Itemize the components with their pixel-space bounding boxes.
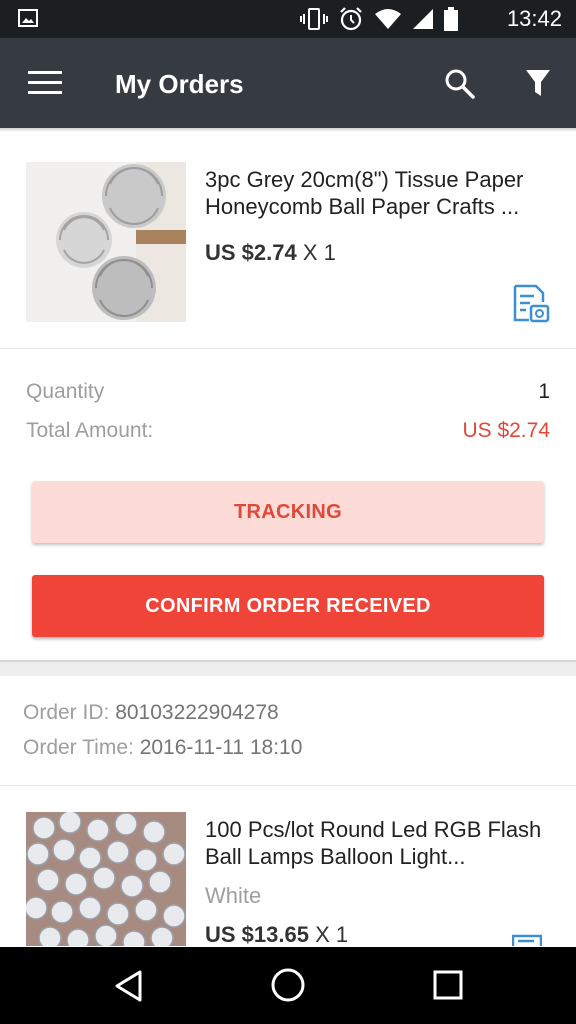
order-product-2[interactable]: 100 Pcs/lot Round Led RGB Flash Ball Lam… <box>0 786 576 946</box>
status-bar: 13:42 <box>0 0 576 38</box>
price-amount: US $2.74 <box>205 240 297 265</box>
product-price: US $2.74 X 1 <box>205 240 336 266</box>
order-time-label: Order Time: <box>23 736 134 759</box>
product-thumbnail[interactable] <box>26 162 186 322</box>
total-label: Total Amount: <box>26 419 154 442</box>
status-time: 13:42 <box>506 6 562 31</box>
quantity-label: Quantity <box>26 380 105 403</box>
order-product-1[interactable]: 3pc Grey 20cm(8") Tissue Paper Honeycomb… <box>0 132 576 348</box>
tracking-button[interactable]: TRACKING <box>32 481 544 543</box>
product-variant: White <box>205 883 262 908</box>
price-quantity: X 1 <box>302 240 336 265</box>
recents-icon[interactable] <box>432 969 464 1001</box>
signal-icon <box>413 9 433 29</box>
order-id-label: Order ID: <box>23 701 110 724</box>
order-time-row: Order Time: 2016-11-11 18:10 <box>23 735 302 761</box>
vibrate-icon <box>300 8 328 30</box>
product-thumbnail[interactable] <box>26 812 186 946</box>
product-title[interactable]: 100 Pcs/lot Round Led RGB Flash Ball Lam… <box>205 816 555 870</box>
order-id-value: 80103222904278 <box>115 701 279 724</box>
search-icon[interactable] <box>444 68 476 100</box>
back-icon[interactable] <box>112 969 146 1003</box>
page-title: My Orders <box>115 69 244 99</box>
price-quantity: X 1 <box>315 922 349 946</box>
divider <box>0 348 576 349</box>
battery-icon <box>444 7 458 31</box>
total-value: US $2.74 <box>462 419 550 442</box>
status-icons <box>300 7 458 31</box>
system-nav-bar <box>0 947 576 1024</box>
gallery-icon <box>18 9 38 27</box>
app-bar: My Orders <box>0 38 576 128</box>
receipt-photo-icon[interactable] <box>512 284 550 324</box>
order-time-value: 2016-11-11 18:10 <box>139 736 303 759</box>
wifi-icon <box>375 9 401 29</box>
alarm-icon <box>340 7 362 31</box>
price-amount: US $13.65 <box>205 922 309 946</box>
total-row: Total Amount: US $2.74 <box>26 418 550 444</box>
product-title[interactable]: 3pc Grey 20cm(8") Tissue Paper Honeycomb… <box>205 166 555 220</box>
quantity-row: Quantity 1 <box>26 379 550 405</box>
filter-icon[interactable] <box>525 68 551 98</box>
menu-icon[interactable] <box>28 70 62 96</box>
order-id-row: Order ID: 80103222904278 <box>23 700 279 726</box>
receipt-photo-icon[interactable] <box>512 934 542 946</box>
home-icon[interactable] <box>270 967 306 1003</box>
section-separator <box>0 660 576 676</box>
quantity-value: 1 <box>538 380 550 403</box>
confirm-order-received-button[interactable]: CONFIRM ORDER RECEIVED <box>32 575 544 637</box>
product-price: US $13.65 X 1 <box>205 922 348 946</box>
